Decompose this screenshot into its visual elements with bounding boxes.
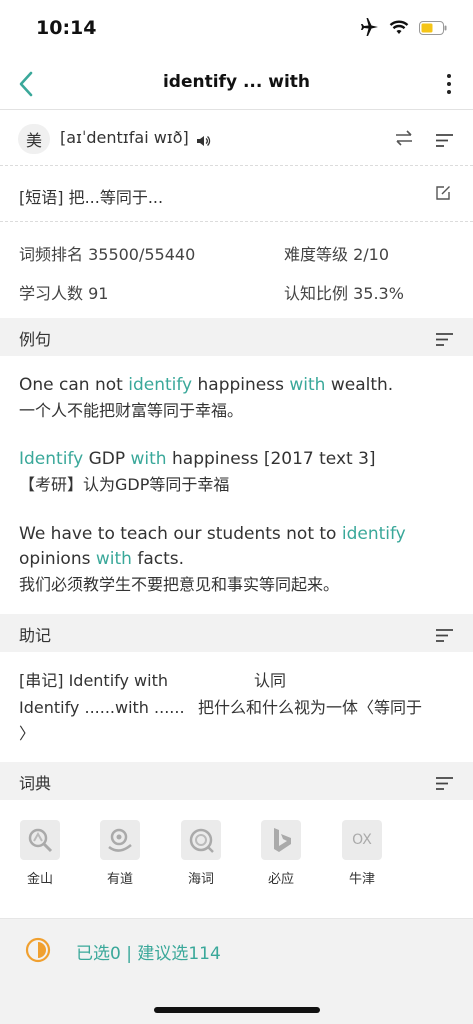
page-title: identify ... with bbox=[162, 72, 311, 92]
airplane-icon bbox=[359, 18, 379, 40]
selection-count[interactable]: 已选0 | 建议选114 bbox=[76, 939, 221, 964]
dictionary-label: 金山 bbox=[26, 872, 53, 887]
sentence-text: happiness [2017 text 3] bbox=[166, 449, 376, 469]
dictionary-youdao[interactable]: 有道 bbox=[98, 820, 142, 887]
example-sentence: One can not identify happiness with weal… bbox=[19, 373, 459, 423]
mnemonic-line: Identify ......with ...... bbox=[19, 698, 185, 717]
mnemonic-line: [串记] Identify with bbox=[19, 671, 169, 690]
example-sentence: Identify GDP with happiness [2017 text 3… bbox=[19, 447, 459, 497]
bing-logo-icon bbox=[261, 820, 301, 860]
accent-badge[interactable]: 美 bbox=[18, 124, 50, 154]
status-icons bbox=[359, 18, 447, 40]
sentence-text: One can not bbox=[19, 375, 129, 395]
jinshan-logo-icon bbox=[20, 820, 60, 860]
example-sentence: We have to teach our students not to ide… bbox=[19, 522, 459, 597]
awareness-ratio: 认知比例 35.3% bbox=[284, 284, 404, 303]
dictionary-label: 有道 bbox=[106, 872, 133, 887]
difficulty-level: 难度等级 2/10 bbox=[284, 245, 390, 264]
dictionary-bing[interactable]: 必应 bbox=[259, 820, 303, 887]
sentence-text: We have to teach our students not to bbox=[19, 524, 342, 544]
mnemonic-line: 把什么和什么视为一体〈等同于 bbox=[198, 698, 423, 717]
nav-bar: identify ... with bbox=[0, 58, 473, 110]
highlighted-word[interactable]: identify bbox=[342, 524, 406, 544]
example-english: We have to teach our students not to ide… bbox=[19, 522, 459, 572]
example-english: Identify GDP with happiness [2017 text 3… bbox=[19, 447, 459, 472]
edit-icon[interactable] bbox=[435, 185, 451, 205]
speaker-icon[interactable] bbox=[197, 132, 211, 151]
highlighted-word[interactable]: Identify bbox=[19, 449, 83, 469]
mnemonic-section-header: 助记 bbox=[0, 614, 473, 652]
battery-icon bbox=[419, 20, 447, 39]
menu-lines-icon[interactable] bbox=[436, 775, 453, 794]
dictionary-list: 金山 有道 海词 必应 OX 牛津 bbox=[0, 800, 473, 918]
section-title-examples: 例句 bbox=[19, 330, 52, 349]
mnemonic-line: 〉 bbox=[19, 724, 36, 743]
wifi-icon bbox=[389, 20, 409, 39]
highlighted-word[interactable]: with bbox=[131, 449, 167, 469]
sentence-text: happiness bbox=[192, 375, 290, 395]
example-chinese: 一个人不能把财富等同于幸福。 bbox=[19, 401, 244, 420]
section-title-mnemonic: 助记 bbox=[19, 626, 52, 645]
youdao-logo-icon bbox=[100, 820, 140, 860]
mnemonic-content: [串记] Identify with 认同 Identify ......wit… bbox=[0, 652, 473, 764]
example-chinese: 【考研】认为GDP等同于幸福 bbox=[19, 475, 230, 494]
oxford-logo-icon: OX bbox=[342, 820, 382, 860]
status-time: 10:14 bbox=[36, 17, 97, 39]
dictionary-label: 必应 bbox=[267, 872, 294, 887]
sentence-text: wealth. bbox=[325, 375, 394, 395]
dictionary-section-header: 词典 bbox=[0, 762, 473, 800]
dictionary-label: 牛津 bbox=[348, 872, 375, 887]
sentence-text: opinions bbox=[19, 549, 96, 569]
learner-count: 学习人数 91 bbox=[19, 284, 109, 303]
dictionary-haici[interactable]: 海词 bbox=[179, 820, 223, 887]
pronunciation-row: 美 [aɪˈdentɪfai wɪð] bbox=[0, 112, 473, 166]
menu-lines-icon[interactable] bbox=[436, 132, 453, 151]
example-english: One can not identify happiness with weal… bbox=[19, 373, 459, 398]
examples-section-header: 例句 bbox=[0, 318, 473, 356]
highlighted-word[interactable]: with bbox=[289, 375, 325, 395]
more-dots-icon bbox=[447, 74, 451, 78]
mnemonic-line: 认同 bbox=[254, 671, 287, 690]
dictionary-label: 海词 bbox=[187, 872, 214, 887]
more-options-button[interactable] bbox=[443, 68, 455, 100]
swap-arrows-icon[interactable] bbox=[395, 130, 413, 150]
highlighted-word[interactable]: identify bbox=[128, 375, 192, 395]
menu-lines-icon[interactable] bbox=[436, 627, 453, 646]
section-title-dictionary: 词典 bbox=[19, 774, 52, 793]
dictionary-oxford[interactable]: OX 牛津 bbox=[340, 820, 384, 887]
definition-text: [短语] 把...等同于... bbox=[19, 188, 164, 207]
progress-pie-icon[interactable] bbox=[25, 937, 51, 967]
haici-logo-icon bbox=[181, 820, 221, 860]
word-stats: 词频排名 35500/55440 难度等级 2/10 学习人数 91 认知比例 … bbox=[0, 224, 473, 316]
home-indicator bbox=[154, 1007, 320, 1013]
phonetic-text: [aɪˈdentɪfai wɪð] bbox=[60, 128, 189, 147]
example-chinese: 我们必须教学生不要把意见和事实等同起来。 bbox=[19, 575, 340, 594]
bottom-bar: 已选0 | 建议选114 bbox=[0, 918, 473, 1024]
status-bar: 10:14 bbox=[0, 0, 473, 58]
sentence-text: GDP bbox=[83, 449, 131, 469]
frequency-rank: 词频排名 35500/55440 bbox=[19, 245, 196, 264]
oxford-logo-text: OX bbox=[352, 832, 372, 848]
dictionary-jinshan[interactable]: 金山 bbox=[18, 820, 62, 887]
highlighted-word[interactable]: with bbox=[96, 549, 132, 569]
definition-row: [短语] 把...等同于... bbox=[0, 168, 473, 222]
menu-lines-icon[interactable] bbox=[436, 331, 453, 350]
sentence-text: facts. bbox=[131, 549, 185, 569]
